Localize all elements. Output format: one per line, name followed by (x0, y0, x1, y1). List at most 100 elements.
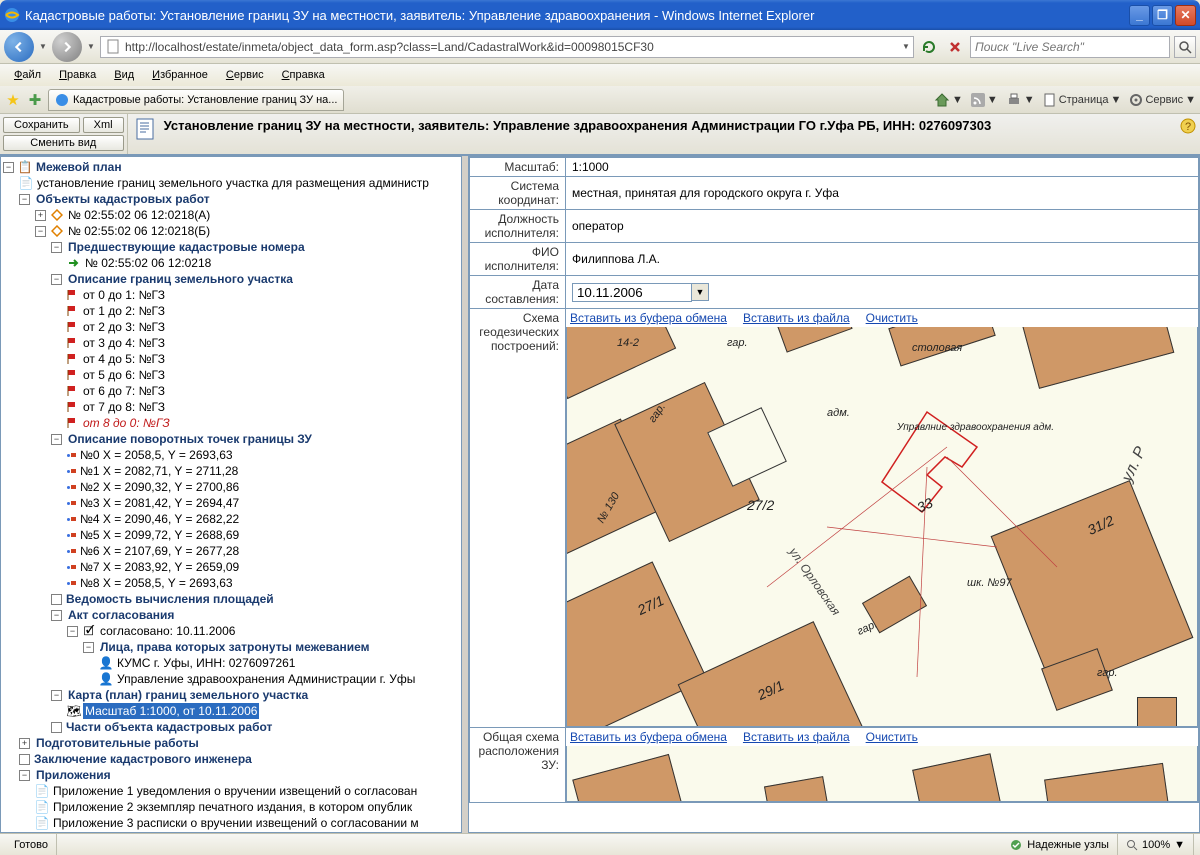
tree-item[interactable]: Описание поворотных точек границы ЗУ (66, 431, 314, 447)
input-position[interactable] (572, 219, 1192, 233)
tree-item[interactable]: №2 X = 2090,32, Y = 2700,86 (78, 479, 241, 495)
menu-edit[interactable]: Правка (51, 67, 104, 83)
tree-item[interactable]: № 02:55:02 06 12:0218(Б) (66, 223, 212, 239)
tree-toggle[interactable]: + (19, 738, 30, 749)
tree-item[interactable]: согласовано: 10.11.2006 (98, 623, 237, 639)
tree-item[interactable]: Приложение 2 экземпляр печатного издания… (51, 799, 414, 815)
maximize-button[interactable]: ❐ (1152, 5, 1173, 26)
refresh-button[interactable] (918, 36, 940, 58)
page-button[interactable]: Страница ▼ (1043, 93, 1122, 107)
tree-item[interactable]: Управление здравоохранения Администрации… (115, 671, 417, 687)
help-icon[interactable]: ? (1176, 114, 1200, 141)
tree-toggle[interactable]: − (83, 642, 94, 653)
input-scale[interactable] (572, 160, 1192, 174)
tree-item[interactable]: от 5 до 6: №ГЗ (81, 367, 167, 383)
tree-toggle[interactable]: − (51, 434, 62, 445)
tree-item[interactable]: от 3 до 4: №ГЗ (81, 335, 167, 351)
tree-toggle[interactable]: − (19, 770, 30, 781)
tree-item[interactable]: Приложение 3 расписки о вручении извещен… (51, 815, 421, 831)
xml-button[interactable]: Xml (83, 117, 124, 133)
tree-item[interactable]: Предшествующие кадастровые номера (66, 239, 307, 255)
tree-item[interactable]: №5 X = 2099,72, Y = 2688,69 (78, 527, 241, 543)
menu-tools[interactable]: Сервис (218, 67, 272, 83)
tree-item[interactable]: КУМС г. Уфы, ИНН: 0276097261 (115, 655, 297, 671)
add-favorites-icon[interactable]: ✚ (26, 91, 44, 109)
menu-help[interactable]: Справка (274, 67, 333, 83)
tree-toggle[interactable]: − (3, 162, 14, 173)
tree-item-selected[interactable]: Масштаб 1:1000, от 10.11.2006 (83, 703, 259, 719)
tree-item[interactable]: №0 X = 2058,5, Y = 2693,63 (78, 447, 235, 463)
input-coords[interactable] (572, 186, 1192, 200)
tree-item[interactable]: от 7 до 8: №ГЗ (81, 399, 167, 415)
nav-forward-button[interactable] (52, 32, 82, 62)
tree-toggle[interactable]: + (35, 210, 46, 221)
tree-toggle[interactable]: − (35, 226, 46, 237)
close-button[interactable]: ✕ (1175, 5, 1196, 26)
tree-toggle[interactable]: − (51, 274, 62, 285)
stop-button[interactable] (944, 36, 966, 58)
tree-item[interactable]: №6 X = 2107,69, Y = 2677,28 (78, 543, 241, 559)
tree-item[interactable]: № 02:55:02 06 12:0218(А) (66, 207, 212, 223)
link-clear-2[interactable]: Очистить (866, 730, 918, 744)
tree-item[interactable]: Приложение 1 уведомления о вручении изве… (51, 783, 419, 799)
nav-back-button[interactable] (4, 32, 34, 62)
tree-item[interactable]: №7 X = 2083,92, Y = 2659,09 (78, 559, 241, 575)
checkbox-icon[interactable] (19, 754, 30, 765)
tree-item[interactable]: Подготовительные работы (34, 735, 201, 751)
tree-item[interactable]: от 1 до 2: №ГЗ (81, 303, 167, 319)
nav-forward-dropdown[interactable]: ▼ (86, 42, 96, 51)
tree-item[interactable]: № 02:55:02 06 12:0218 (83, 255, 213, 271)
address-dropdown[interactable]: ▼ (901, 42, 911, 51)
link-insert-file-2[interactable]: Вставить из файла (743, 730, 850, 744)
tree-toggle[interactable]: − (51, 242, 62, 253)
tree-toggle[interactable]: − (19, 194, 30, 205)
tree-item[interactable]: №4 X = 2090,46, Y = 2682,22 (78, 511, 241, 527)
home-button[interactable]: ▼ (934, 92, 963, 108)
input-date[interactable] (572, 283, 692, 302)
tree-toggle[interactable]: − (51, 610, 62, 621)
tree-item[interactable]: установление границ земельного участка д… (35, 175, 431, 191)
browser-tab[interactable]: Кадастровые работы: Установление границ … (48, 89, 344, 111)
tree-item[interactable]: №1 X = 2082,71, Y = 2711,28 (78, 463, 240, 479)
tree-item[interactable]: Ведомость вычисления площадей (64, 591, 276, 607)
service-button[interactable]: Сервис ▼ (1129, 93, 1196, 107)
link-insert-clipboard-2[interactable]: Вставить из буфера обмена (570, 730, 727, 744)
tree-item[interactable]: Части объекта кадастровых работ (64, 719, 274, 735)
menu-file[interactable]: Файл (6, 67, 49, 83)
nav-back-dropdown[interactable]: ▼ (38, 42, 48, 51)
tree-item[interactable]: Заключение кадастрового инженера (32, 751, 254, 767)
menu-view[interactable]: Вид (106, 67, 142, 83)
search-box[interactable] (970, 36, 1170, 58)
link-insert-file[interactable]: Вставить из файла (743, 311, 850, 325)
save-button[interactable]: Сохранить (3, 117, 80, 133)
tree-item[interactable]: Описание границ земельного участка (66, 271, 295, 287)
checkbox-icon[interactable] (51, 722, 62, 733)
menu-favorites[interactable]: Избранное (144, 67, 216, 83)
link-insert-clipboard[interactable]: Вставить из буфера обмена (570, 311, 727, 325)
tree-item[interactable]: от 4 до 5: №ГЗ (81, 351, 167, 367)
minimize-button[interactable]: _ (1129, 5, 1150, 26)
input-name[interactable] (572, 252, 1192, 266)
tree-toggle[interactable]: − (67, 626, 78, 637)
tree-item[interactable]: №8 X = 2058,5, Y = 2693,63 (78, 575, 235, 591)
link-clear[interactable]: Очистить (866, 311, 918, 325)
tree-item[interactable]: от 2 до 3: №ГЗ (81, 319, 167, 335)
tree-item[interactable]: Объекты кадастровых работ (34, 191, 212, 207)
tree-item[interactable]: Акт согласования (66, 607, 176, 623)
favorites-star-icon[interactable]: ★ (4, 91, 22, 109)
feeds-button[interactable]: ▼ (971, 93, 998, 107)
tree-item[interactable]: от 6 до 7: №ГЗ (81, 383, 167, 399)
tree-item[interactable]: Приложения (34, 767, 113, 783)
tree-root[interactable]: Межевой план (34, 159, 124, 175)
tree-toggle[interactable]: − (51, 690, 62, 701)
tree-item[interactable]: от 8 до 0: №ГЗ (81, 415, 172, 431)
search-input[interactable] (971, 40, 1169, 54)
checkbox-icon[interactable] (51, 594, 62, 605)
status-zoom[interactable]: 100% ▼ (1118, 834, 1194, 855)
tree-item[interactable]: Лица, права которых затронуты межеванием (98, 639, 372, 655)
tree-item[interactable]: Карта (план) границ земельного участка (66, 687, 310, 703)
print-button[interactable]: ▼ (1006, 92, 1035, 108)
search-go-button[interactable] (1174, 36, 1196, 58)
tree-item[interactable]: №3 X = 2081,42, Y = 2694,47 (78, 495, 241, 511)
tree-item[interactable]: от 0 до 1: №ГЗ (81, 287, 167, 303)
